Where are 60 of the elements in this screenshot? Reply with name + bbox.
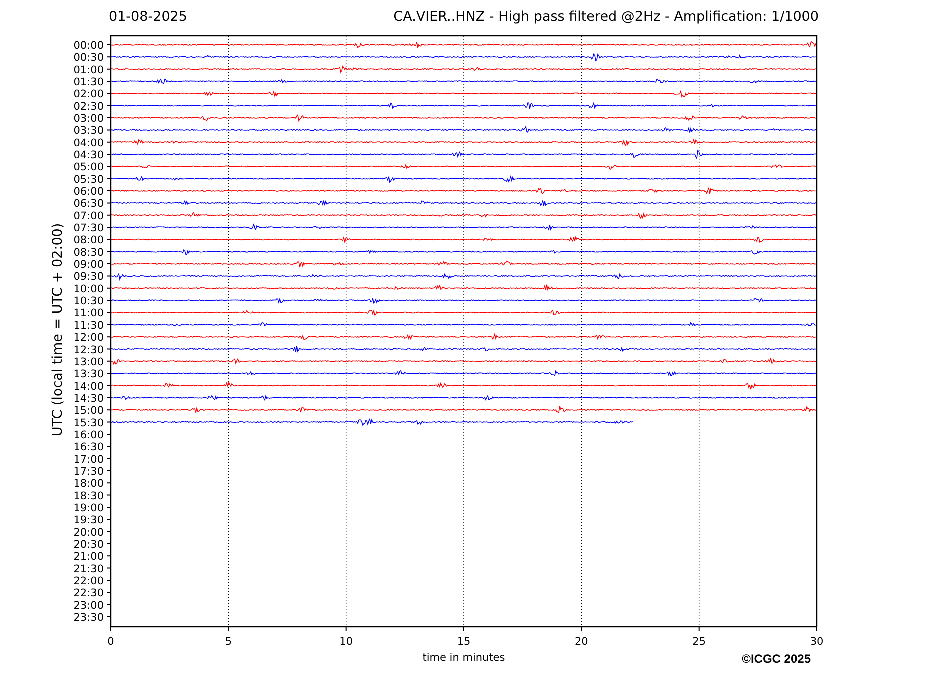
y-tick-label: 10:00 [74, 283, 104, 296]
y-tick-label: 14:00 [74, 380, 104, 393]
y-tick-label: 09:30 [74, 271, 104, 284]
x-tick-label: 15 [457, 636, 471, 648]
y-tick-label: 18:00 [74, 478, 104, 490]
y-tick-label: 07:00 [74, 210, 104, 222]
y-tick-label: 00:00 [74, 40, 104, 52]
y-tick-label: 22:30 [74, 588, 104, 600]
y-axis-label: UTC (local time = UTC + 02:00) [50, 223, 66, 437]
y-tick-label: 07:30 [74, 222, 104, 235]
y-tick-label: 16:00 [74, 429, 104, 442]
y-tick-label: 04:30 [74, 150, 104, 162]
x-tick-label: 30 [810, 636, 824, 648]
y-tick-label: 08:00 [74, 234, 104, 247]
y-tick-label: 06:00 [74, 186, 104, 198]
y-tick-label: 05:30 [74, 174, 104, 186]
y-tick-label: 08:30 [74, 246, 104, 259]
y-tick-label: 01:00 [74, 64, 104, 76]
x-tick-label: 5 [225, 636, 232, 648]
y-tick-label: 19:30 [74, 514, 104, 527]
y-tick-label: 10:30 [74, 296, 104, 308]
x-tick-label: 10 [340, 636, 354, 648]
x-tick-label: 0 [108, 636, 114, 648]
y-tick-label: 17:30 [74, 466, 104, 478]
y-tick-label: 22:00 [74, 575, 104, 588]
y-tick-label: 21:30 [74, 563, 104, 576]
plot-date: 01-08-2025 [109, 11, 188, 27]
y-tick-label: 15:30 [74, 417, 104, 430]
y-tick-label: 14:30 [74, 392, 104, 405]
x-axis-label: time in minutes [422, 652, 506, 664]
y-tick-label: 02:00 [74, 88, 104, 101]
y-tick-label: 03:30 [74, 125, 104, 138]
y-tick-label: 15:00 [74, 405, 104, 418]
y-tick-label: 12:00 [74, 332, 104, 344]
x-tick-label: 20 [574, 636, 588, 648]
y-tick-label: 11:00 [74, 308, 104, 320]
y-tick-label: 09:00 [74, 259, 104, 272]
y-tick-label: 11:30 [74, 320, 104, 332]
y-tick-label: 16:30 [74, 442, 104, 454]
y-tick-label: 12:30 [74, 344, 104, 356]
y-tick-label: 20:00 [74, 526, 104, 539]
copyright-text: ©ICGC 2025 [742, 652, 811, 666]
y-tick-label: 18:30 [74, 490, 104, 502]
y-tick-label: 02:30 [74, 100, 104, 113]
y-tick-label: 23:30 [74, 612, 104, 624]
y-tick-label: 20:30 [74, 538, 104, 551]
y-tick-label: 13:00 [74, 356, 104, 368]
y-tick-label: 23:00 [74, 600, 104, 612]
y-tick-label: 01:30 [74, 76, 104, 88]
x-tick-label: 25 [692, 636, 706, 648]
y-tick-label: 17:00 [74, 454, 104, 466]
y-tick-label: 06:30 [74, 198, 104, 210]
y-tick-label: 21:00 [74, 551, 104, 564]
y-tick-label: 05:00 [74, 162, 104, 174]
y-tick-label: 03:00 [74, 113, 104, 126]
y-tick-label: 04:00 [74, 137, 104, 150]
y-tick-label: 19:00 [74, 502, 104, 514]
y-tick-label: 13:30 [74, 368, 104, 381]
plot-title: CA.VIER..HNZ - High pass filtered @2Hz - Amplification: 1/1000 [394, 11, 819, 27]
y-tick-label: 00:30 [74, 52, 104, 64]
